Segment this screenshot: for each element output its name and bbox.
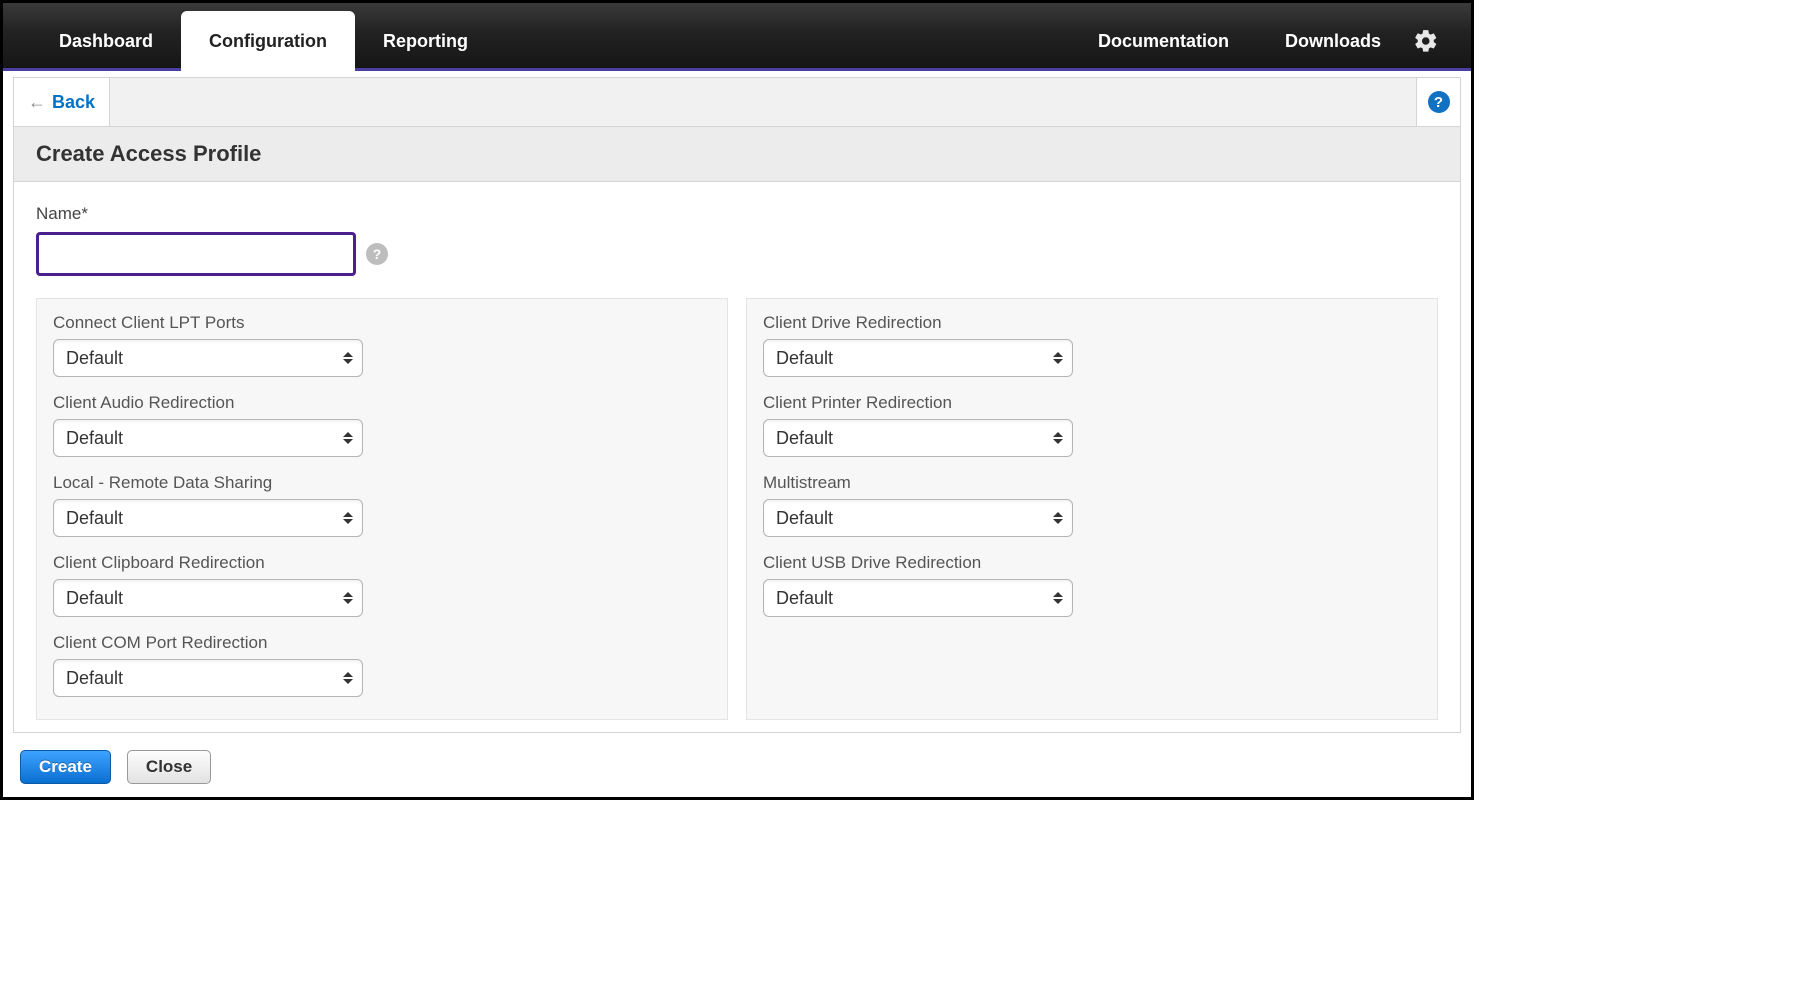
name-input[interactable] xyxy=(36,232,356,276)
select-client_clipboard_redirection[interactable]: Default xyxy=(53,579,363,617)
help-icon: ? xyxy=(1428,91,1450,113)
form-group-client_usb_drive_redirection: Client USB Drive Redirection Default xyxy=(763,553,1421,617)
nav-tab-documentation[interactable]: Documentation xyxy=(1070,11,1257,68)
select-client_usb_drive_redirection[interactable]: Default xyxy=(763,579,1073,617)
arrow-left-icon: ← xyxy=(28,92,46,113)
form-group-client_printer_redirection: Client Printer Redirection Default xyxy=(763,393,1421,457)
create-button[interactable]: Create xyxy=(20,750,111,784)
label-connect_client_lpt_ports: Connect Client LPT Ports xyxy=(53,313,711,333)
label-client_clipboard_redirection: Client Clipboard Redirection xyxy=(53,553,711,573)
main-panel: Create Access Profile Name* ? Connect Cl… xyxy=(13,127,1461,733)
select-local_remote_data_sharing[interactable]: Default xyxy=(53,499,363,537)
select-multistream[interactable]: Default xyxy=(763,499,1073,537)
nav-tab-reporting[interactable]: Reporting xyxy=(355,11,496,68)
label-client_com_port_redirection: Client COM Port Redirection xyxy=(53,633,711,653)
select-client_audio_redirection[interactable]: Default xyxy=(53,419,363,457)
name-hint-icon[interactable]: ? xyxy=(366,243,388,265)
form-group-client_audio_redirection: Client Audio Redirection Default xyxy=(53,393,711,457)
subbar: ← Back ? xyxy=(13,77,1461,127)
form-group-client_clipboard_redirection: Client Clipboard Redirection Default xyxy=(53,553,711,617)
select-client_com_port_redirection[interactable]: Default xyxy=(53,659,363,697)
page-title: Create Access Profile xyxy=(14,127,1460,182)
form-group-client_com_port_redirection: Client COM Port Redirection Default xyxy=(53,633,711,697)
select-client_drive_redirection[interactable]: Default xyxy=(763,339,1073,377)
back-button[interactable]: ← Back xyxy=(14,78,110,126)
back-button-label: Back xyxy=(52,92,95,113)
label-local_remote_data_sharing: Local - Remote Data Sharing xyxy=(53,473,711,493)
form-group-multistream: Multistream Default xyxy=(763,473,1421,537)
select-client_printer_redirection[interactable]: Default xyxy=(763,419,1073,457)
help-button[interactable]: ? xyxy=(1416,78,1460,126)
label-client_audio_redirection: Client Audio Redirection xyxy=(53,393,711,413)
select-connect_client_lpt_ports[interactable]: Default xyxy=(53,339,363,377)
label-client_usb_drive_redirection: Client USB Drive Redirection xyxy=(763,553,1421,573)
gear-icon[interactable] xyxy=(1409,28,1443,68)
nav-tab-configuration[interactable]: Configuration xyxy=(181,11,355,71)
label-client_printer_redirection: Client Printer Redirection xyxy=(763,393,1421,413)
nav-tab-dashboard[interactable]: Dashboard xyxy=(31,11,181,68)
close-button[interactable]: Close xyxy=(127,750,211,784)
settings-column-right: Client Drive RedirectionDefaultClient Pr… xyxy=(746,298,1438,720)
label-multistream: Multistream xyxy=(763,473,1421,493)
label-client_drive_redirection: Client Drive Redirection xyxy=(763,313,1421,333)
form-group-local_remote_data_sharing: Local - Remote Data Sharing Default xyxy=(53,473,711,537)
footer-actions: Create Close xyxy=(6,740,1468,794)
top-navbar: Dashboard Configuration Reporting Docume… xyxy=(3,3,1471,71)
form-group-connect_client_lpt_ports: Connect Client LPT Ports Default xyxy=(53,313,711,377)
nav-tab-downloads[interactable]: Downloads xyxy=(1257,11,1409,68)
form-group-client_drive_redirection: Client Drive Redirection Default xyxy=(763,313,1421,377)
settings-column-left: Connect Client LPT PortsDefaultClient Au… xyxy=(36,298,728,720)
name-label: Name* xyxy=(36,204,1438,224)
